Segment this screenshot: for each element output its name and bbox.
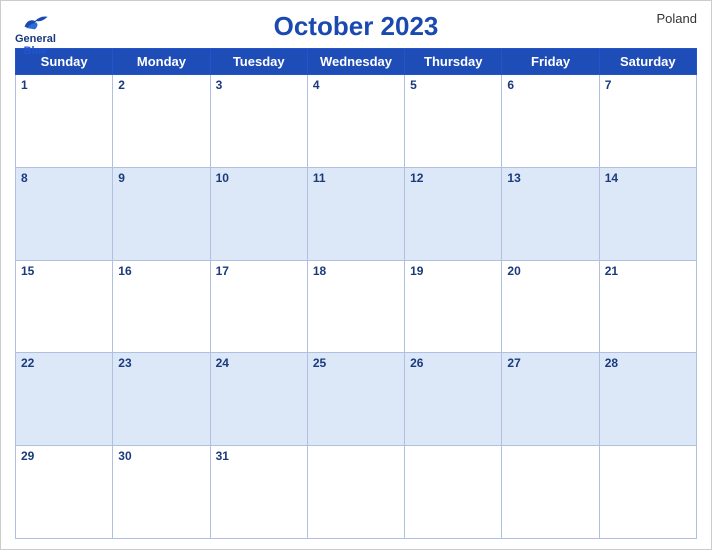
day-number: 10 xyxy=(216,171,229,185)
day-number: 9 xyxy=(118,171,125,185)
day-number: 27 xyxy=(507,356,520,370)
calendar-day-cell: 19 xyxy=(405,260,502,353)
day-number: 16 xyxy=(118,264,131,278)
calendar-day-cell: 25 xyxy=(307,353,404,446)
calendar-day-cell: 30 xyxy=(113,446,210,539)
calendar-day-cell: 16 xyxy=(113,260,210,353)
calendar-table: Sunday Monday Tuesday Wednesday Thursday… xyxy=(15,48,697,539)
month-title: October 2023 xyxy=(274,11,439,42)
day-number: 2 xyxy=(118,78,125,92)
header-saturday: Saturday xyxy=(599,49,696,75)
day-number: 12 xyxy=(410,171,423,185)
calendar-day-cell: 7 xyxy=(599,75,696,168)
day-number: 29 xyxy=(21,449,34,463)
calendar-day-cell: 31 xyxy=(210,446,307,539)
calendar-day-cell: 23 xyxy=(113,353,210,446)
logo-blue-text: Blue xyxy=(24,45,48,57)
day-number: 23 xyxy=(118,356,131,370)
day-number: 24 xyxy=(216,356,229,370)
calendar-week-row: 1 2 3 4 5 6 7 xyxy=(16,75,697,168)
day-number: 17 xyxy=(216,264,229,278)
calendar-day-cell: 10 xyxy=(210,167,307,260)
calendar-day-cell xyxy=(502,446,599,539)
calendar-day-cell: 1 xyxy=(16,75,113,168)
calendar-day-cell: 15 xyxy=(16,260,113,353)
calendar-week-row: 22 23 24 25 26 27 28 xyxy=(16,353,697,446)
day-number: 15 xyxy=(21,264,34,278)
logo-area: General Blue xyxy=(15,11,56,57)
calendar-day-cell: 11 xyxy=(307,167,404,260)
calendar-day-cell: 22 xyxy=(16,353,113,446)
calendar-day-cell: 29 xyxy=(16,446,113,539)
calendar-day-cell: 20 xyxy=(502,260,599,353)
header-thursday: Thursday xyxy=(405,49,502,75)
calendar-day-cell: 13 xyxy=(502,167,599,260)
calendar-day-cell: 5 xyxy=(405,75,502,168)
day-number: 26 xyxy=(410,356,423,370)
day-number: 11 xyxy=(313,171,326,185)
calendar-day-cell: 2 xyxy=(113,75,210,168)
logo-general-text: General xyxy=(15,33,56,45)
calendar-day-cell: 9 xyxy=(113,167,210,260)
header-monday: Monday xyxy=(113,49,210,75)
calendar-day-cell: 27 xyxy=(502,353,599,446)
calendar-day-cell: 24 xyxy=(210,353,307,446)
day-number: 31 xyxy=(216,449,229,463)
calendar-day-cell: 3 xyxy=(210,75,307,168)
logo-bird-icon xyxy=(21,11,49,31)
calendar-wrapper: General Blue October 2023 Poland Sunday … xyxy=(0,0,712,550)
calendar-week-row: 15 16 17 18 19 20 21 xyxy=(16,260,697,353)
calendar-day-cell: 6 xyxy=(502,75,599,168)
calendar-week-row: 8 9 10 11 12 13 14 xyxy=(16,167,697,260)
day-number: 3 xyxy=(216,78,223,92)
header-friday: Friday xyxy=(502,49,599,75)
calendar-day-cell xyxy=(599,446,696,539)
header-tuesday: Tuesday xyxy=(210,49,307,75)
day-number: 18 xyxy=(313,264,326,278)
calendar-day-cell: 21 xyxy=(599,260,696,353)
day-number: 30 xyxy=(118,449,131,463)
day-number: 8 xyxy=(21,171,28,185)
day-number: 21 xyxy=(605,264,618,278)
calendar-day-cell: 12 xyxy=(405,167,502,260)
day-number: 7 xyxy=(605,78,612,92)
day-number: 28 xyxy=(605,356,618,370)
calendar-day-cell: 18 xyxy=(307,260,404,353)
calendar-header: General Blue October 2023 Poland xyxy=(15,11,697,42)
day-number: 20 xyxy=(507,264,520,278)
calendar-week-row: 29 30 31 xyxy=(16,446,697,539)
day-number: 13 xyxy=(507,171,520,185)
header-wednesday: Wednesday xyxy=(307,49,404,75)
calendar-day-cell xyxy=(405,446,502,539)
calendar-day-cell: 26 xyxy=(405,353,502,446)
calendar-day-cell xyxy=(307,446,404,539)
day-number: 25 xyxy=(313,356,326,370)
day-number: 19 xyxy=(410,264,423,278)
day-number: 1 xyxy=(21,78,28,92)
calendar-day-cell: 4 xyxy=(307,75,404,168)
calendar-day-cell: 8 xyxy=(16,167,113,260)
calendar-day-cell: 28 xyxy=(599,353,696,446)
day-number: 14 xyxy=(605,171,618,185)
day-number: 6 xyxy=(507,78,514,92)
country-label: Poland xyxy=(657,11,697,26)
day-number: 4 xyxy=(313,78,320,92)
calendar-day-cell: 14 xyxy=(599,167,696,260)
days-of-week-row: Sunday Monday Tuesday Wednesday Thursday… xyxy=(16,49,697,75)
day-number: 5 xyxy=(410,78,417,92)
day-number: 22 xyxy=(21,356,34,370)
calendar-day-cell: 17 xyxy=(210,260,307,353)
